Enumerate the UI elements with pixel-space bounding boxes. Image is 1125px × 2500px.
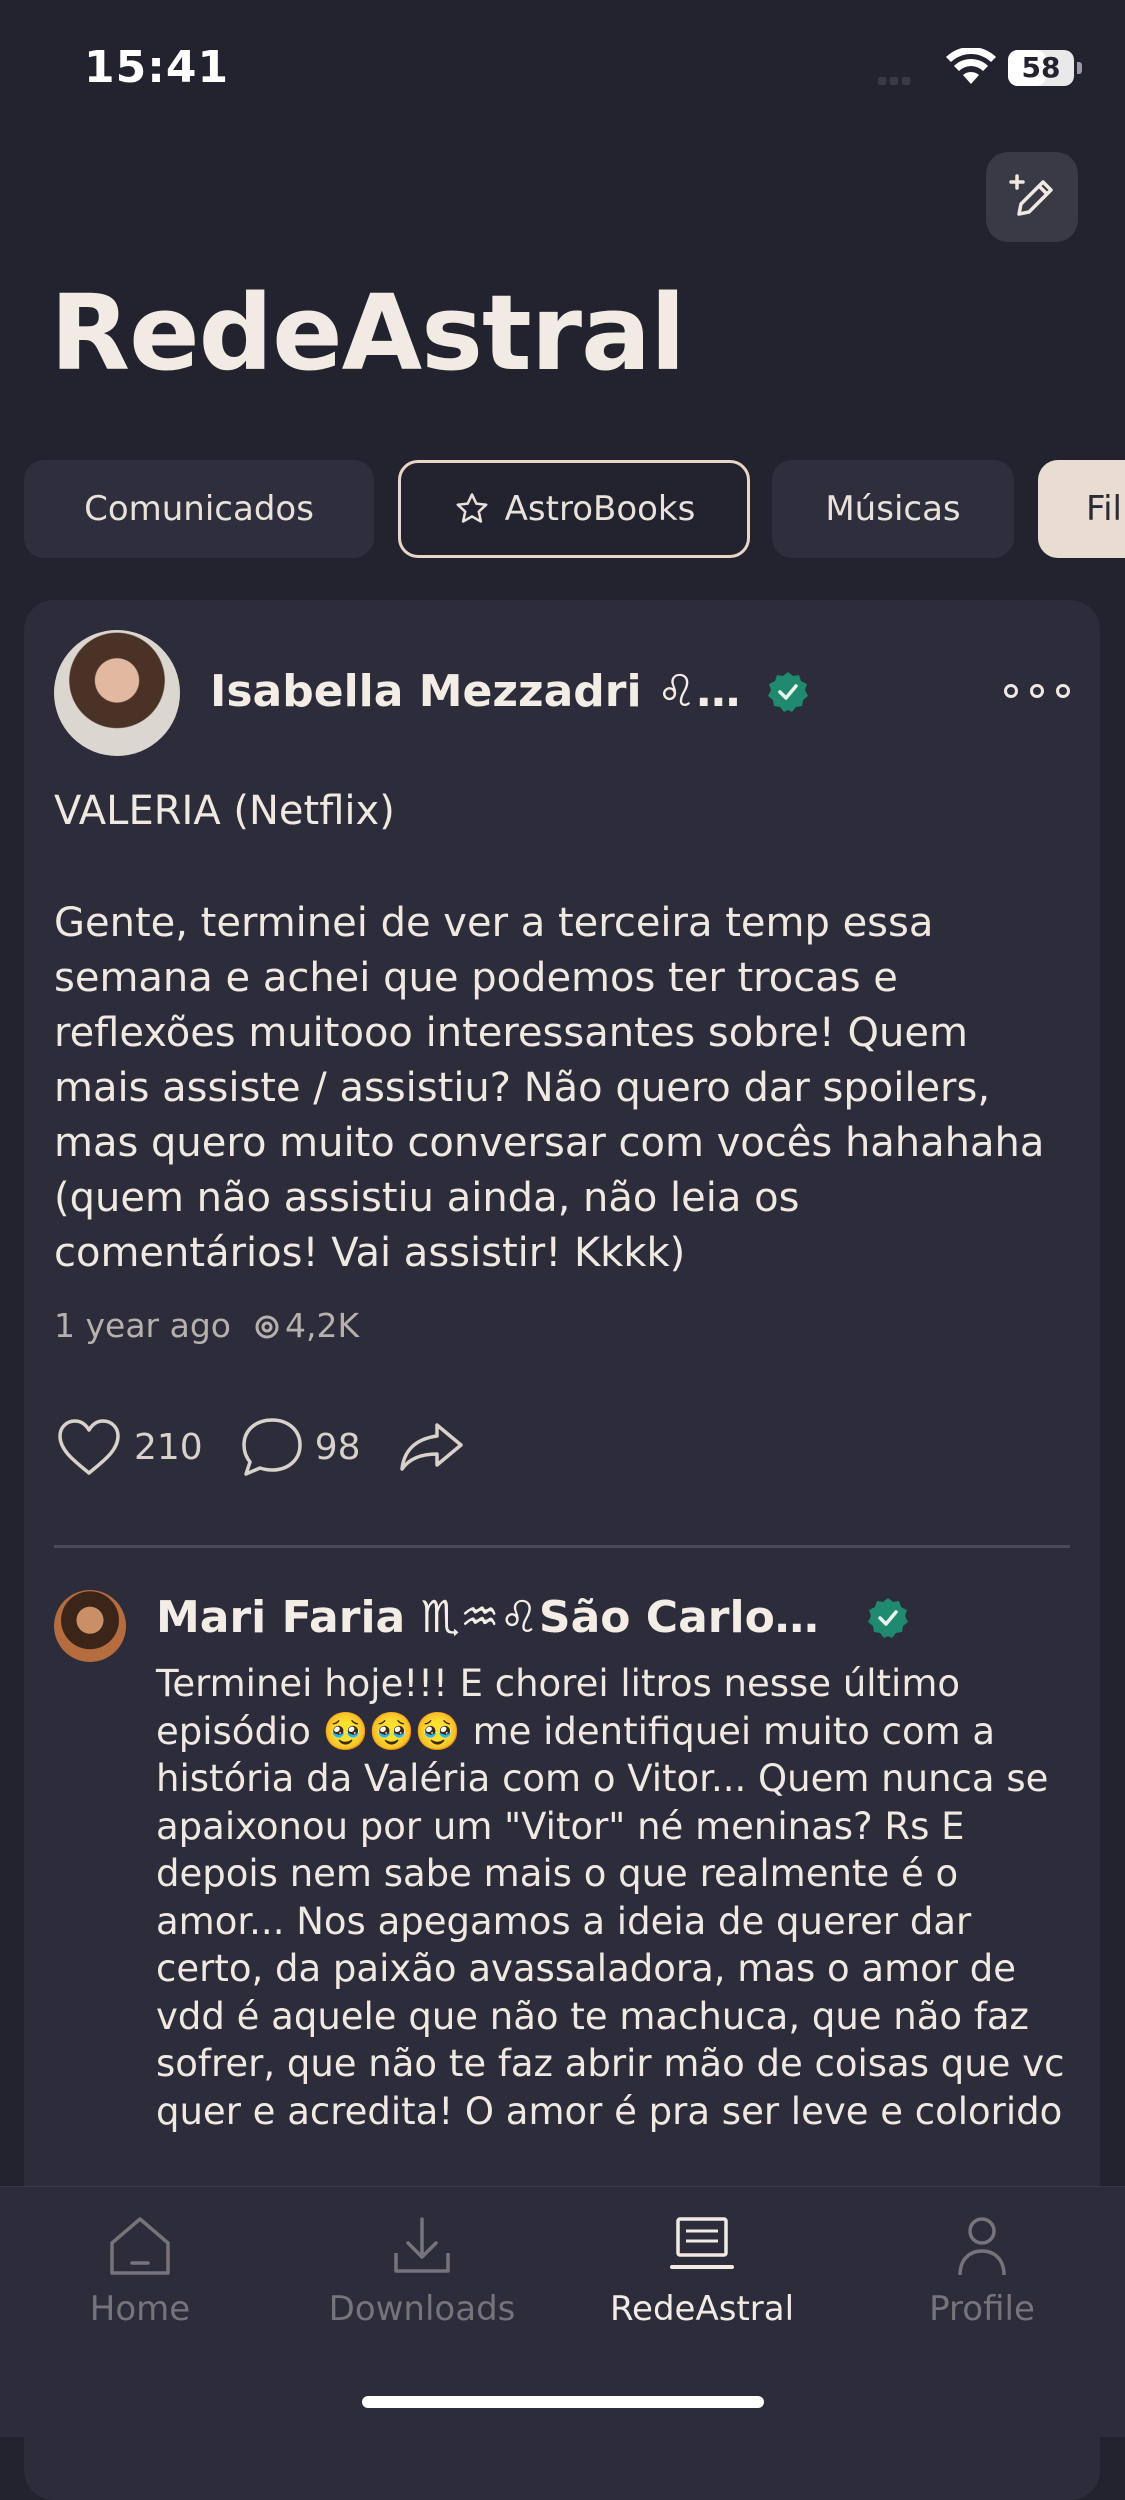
download-icon	[394, 2217, 450, 2273]
verified-badge-icon	[868, 1598, 908, 1638]
chip-filmes[interactable]: Fil	[1038, 460, 1125, 558]
post-time: 1 year ago	[54, 1306, 231, 1345]
comment-button[interactable]: 98	[239, 1415, 361, 1479]
more-options-button[interactable]	[1004, 680, 1070, 702]
tab-home[interactable]: Home	[30, 2213, 250, 2329]
page-title: RedeAstral	[50, 272, 686, 394]
eye-icon	[255, 1315, 279, 1338]
views-count: 4,2K	[249, 1306, 359, 1345]
battery-level: 58	[1021, 51, 1061, 84]
post-author-name[interactable]: Isabella Mezzadri ♌…	[210, 666, 740, 717]
wifi-icon	[946, 48, 996, 84]
tab-label: Downloads	[328, 2289, 516, 2329]
comments-count: 98	[314, 1426, 361, 1468]
compose-post-button[interactable]	[986, 152, 1078, 242]
chip-astrobooks[interactable]: AstroBooks	[398, 460, 750, 558]
status-time: 15:41	[84, 42, 230, 93]
chip-label: Comunicados	[84, 489, 314, 529]
home-indicator	[362, 2396, 764, 2408]
chip-comunicados[interactable]: Comunicados	[24, 460, 374, 558]
status-bar: 15:41 58	[0, 0, 1125, 140]
star-icon	[453, 490, 491, 528]
pencil-plus-icon	[1009, 174, 1053, 216]
comment-bubble-icon	[241, 1418, 302, 1476]
battery-cap	[1077, 62, 1082, 74]
post-actions: 210 98	[54, 1412, 513, 1482]
cellular-signal-icon	[878, 70, 922, 85]
tab-label: RedeAstral	[609, 2289, 795, 2329]
post-meta: 1 year ago 4,2K	[54, 1306, 359, 1345]
verified-badge-icon	[768, 672, 808, 712]
home-icon	[110, 2217, 170, 2275]
post-body: Gente, terminei de ver a terceira temp e…	[54, 900, 1045, 1276]
tab-redeastral[interactable]: RedeAstral	[592, 2213, 812, 2329]
avatar[interactable]	[54, 630, 180, 756]
likes-count: 210	[134, 1426, 203, 1468]
share-arrow-icon	[399, 1423, 463, 1471]
category-chips: Comunicados AstroBooks Músicas Fil	[24, 460, 1125, 560]
laptop-icon	[670, 2217, 734, 2269]
share-button[interactable]	[397, 1419, 477, 1475]
tab-label: Home	[89, 2289, 191, 2329]
heart-icon	[58, 1419, 120, 1475]
chip-label: AstroBooks	[504, 489, 696, 529]
chip-label: Músicas	[825, 489, 961, 529]
tab-profile[interactable]: Profile	[872, 2213, 1092, 2329]
chip-label: Fil	[1086, 489, 1122, 529]
tab-downloads[interactable]: Downloads	[312, 2213, 532, 2329]
divider	[54, 1545, 1070, 1548]
post-title: VALERIA (Netflix)	[54, 788, 395, 834]
person-icon	[958, 2217, 1006, 2276]
comment-avatar[interactable]	[54, 1590, 126, 1662]
comment-text: Terminei hoje!!! E chorei litros nesse ú…	[156, 1662, 1065, 2133]
comment-author-name[interactable]: Mari Faria ♏♒♌São Carlo…	[156, 1592, 819, 1643]
views-count-label: 4,2K	[284, 1306, 360, 1345]
like-button[interactable]: 210	[54, 1416, 203, 1478]
tab-label: Profile	[929, 2289, 1035, 2329]
battery-indicator: 58	[1008, 50, 1074, 86]
chip-musicas[interactable]: Músicas	[772, 460, 1014, 558]
